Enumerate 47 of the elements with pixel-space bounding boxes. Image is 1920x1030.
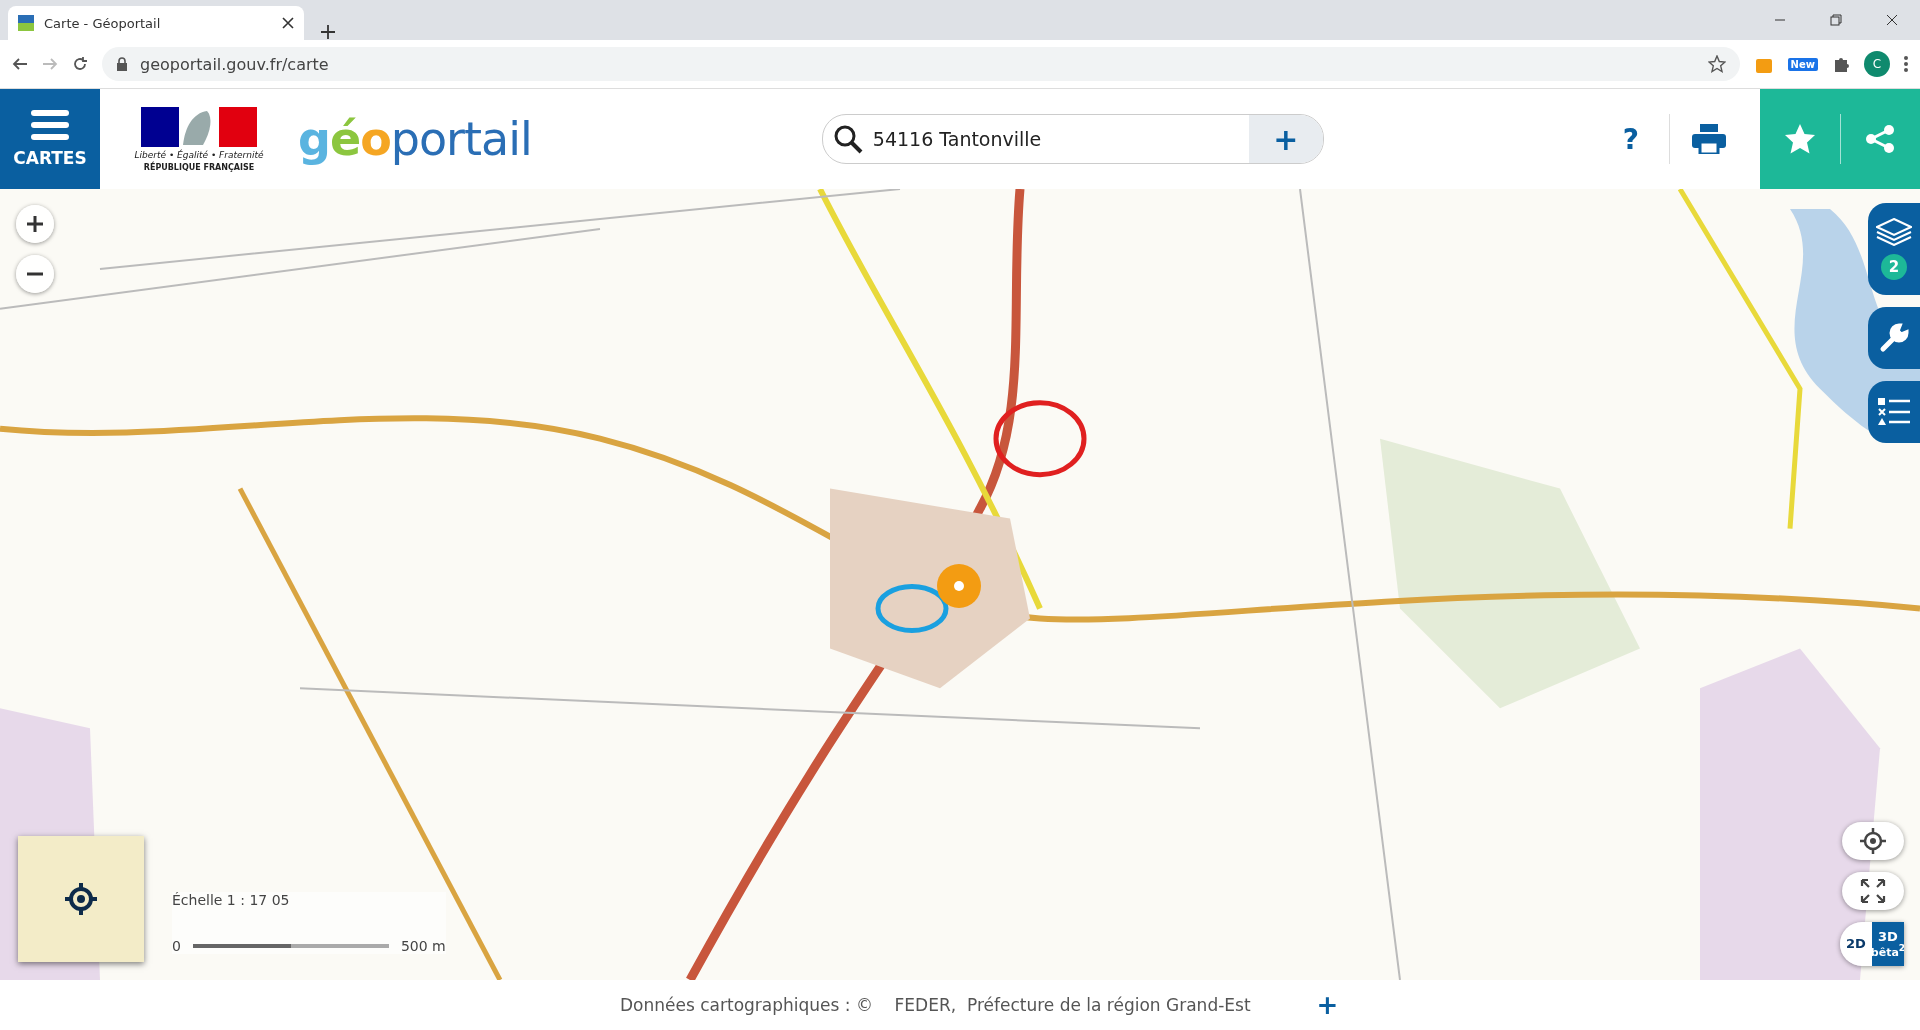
view-mode-tab[interactable]: 3D bêta$^{2}$	[1872, 922, 1904, 966]
star-icon	[1783, 123, 1816, 155]
minus-icon	[27, 272, 43, 276]
menu-icon	[31, 110, 69, 140]
search-field[interactable]: 54116 Tantonville +	[821, 114, 1324, 164]
legend-button[interactable]	[1868, 381, 1920, 443]
help-button[interactable]: ?	[1616, 121, 1645, 157]
map-marker-icon	[936, 563, 982, 609]
overview-map[interactable]	[18, 836, 144, 962]
close-icon[interactable]	[282, 17, 294, 29]
scale-end: 500 m	[400, 938, 446, 954]
close-icon[interactable]	[1886, 14, 1898, 26]
more-attribution-button[interactable]: +	[1310, 989, 1345, 1021]
marianne-flag-icon	[141, 106, 257, 147]
wrench-icon	[1879, 323, 1909, 353]
menu-button[interactable]: CARTES	[0, 89, 100, 189]
attribution-text: Données cartographiques : © FEDER, Préfecture de la région Grand-Est	[620, 995, 1251, 1015]
star-icon[interactable]	[1707, 55, 1726, 73]
plus-icon	[25, 214, 45, 234]
reload-icon[interactable]	[72, 56, 88, 72]
layers-icon	[1876, 218, 1912, 246]
crosshair-icon	[1860, 828, 1886, 854]
back-icon[interactable]	[12, 56, 28, 72]
expand-icon	[1860, 878, 1886, 904]
browser-tab[interactable]: Carte - Géoportail	[8, 6, 304, 40]
more-icon[interactable]	[1904, 55, 1908, 73]
puzzle-icon[interactable]	[1832, 55, 1850, 73]
print-icon[interactable]	[1692, 124, 1726, 154]
scale-label: Échelle 1 : 17 05	[172, 892, 291, 908]
site-icon	[18, 15, 34, 31]
motto-text: Liberté • Égalité • Fraternité	[134, 149, 264, 160]
profile-avatar[interactable]: C	[1864, 51, 1890, 77]
search-icon	[832, 124, 863, 154]
locate-icon	[65, 883, 97, 915]
republic-name: RÉPUBLIQUE FRANÇAISE	[143, 162, 255, 172]
address-bar[interactable]: geoportail.gouv.fr/carte	[102, 47, 1740, 81]
restore-icon[interactable]	[1830, 14, 1842, 26]
scale-start: 0	[172, 938, 181, 954]
layer-count-badge: 2	[1881, 254, 1907, 280]
share-icon	[1865, 124, 1896, 154]
list-icon	[1878, 397, 1910, 427]
extension-badge[interactable]: New	[1787, 57, 1818, 71]
add-button[interactable]: +	[1248, 115, 1323, 163]
tools-button[interactable]	[1868, 307, 1920, 369]
new-tab-icon[interactable]	[320, 24, 336, 40]
lock-icon	[116, 57, 128, 71]
logo-text[interactable]: géoportail	[298, 112, 532, 166]
